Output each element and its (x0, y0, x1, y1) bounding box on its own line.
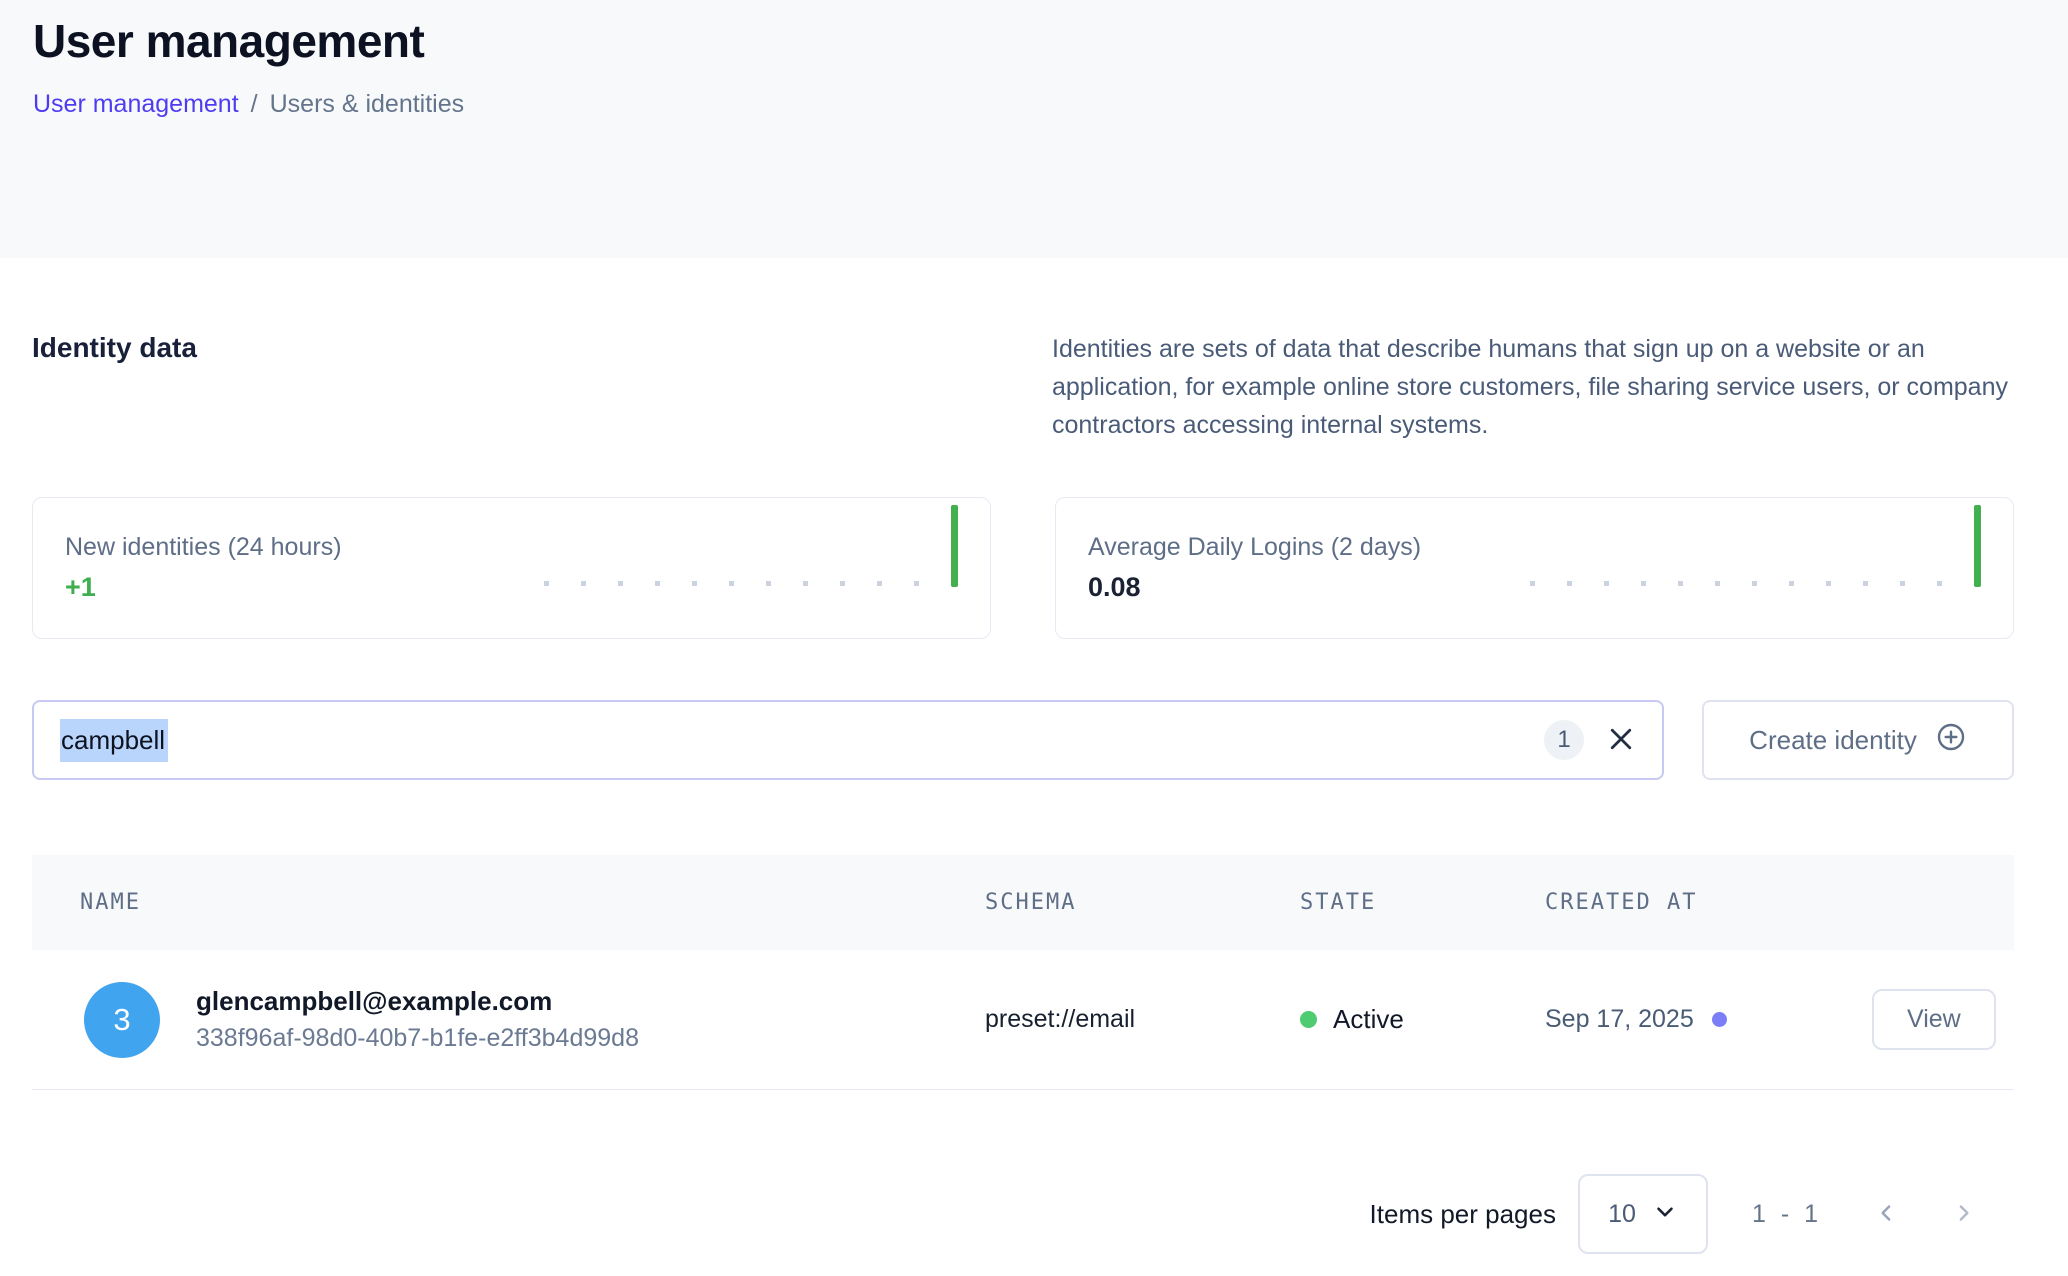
spark-dot (544, 581, 549, 586)
spark-dot (581, 581, 586, 586)
identity-name-lines: glencampbell@example.com 338f96af-98d0-4… (196, 986, 639, 1053)
identity-data-section-header: Identity data Identities are sets of dat… (32, 330, 2014, 444)
stat-label: Average Daily Logins (2 days) (1088, 533, 1421, 562)
identity-state-cell: Active (1300, 1004, 1545, 1035)
chevron-right-icon (1950, 1200, 1976, 1229)
spark-dot (1789, 581, 1794, 586)
sparkline-chart (1530, 522, 1981, 614)
stat-card-new-identities: New identities (24 hours) +1 (32, 497, 991, 639)
items-per-page-label: Items per pages (1370, 1199, 1556, 1230)
search-row: campbell 1 Create identity (32, 700, 2014, 780)
column-header-name: NAME (32, 890, 985, 915)
spark-dot (618, 581, 623, 586)
spark-dot (1715, 581, 1720, 586)
spark-dot (1752, 581, 1757, 586)
identities-table: NAME SCHEMA STATE CREATED AT 3 glencampb… (32, 855, 2014, 1090)
stats-row: New identities (24 hours) +1 Average Dai… (32, 497, 2014, 639)
plus-circle-icon (1935, 721, 1967, 760)
stat-label: New identities (24 hours) (65, 533, 342, 562)
spark-dot (692, 581, 697, 586)
identity-email: glencampbell@example.com (196, 986, 639, 1017)
breadcrumb-separator: / (251, 90, 258, 119)
spark-dot (1604, 581, 1609, 586)
spark-dot (803, 581, 808, 586)
identity-created-at-cell: Sep 17, 2025 (1545, 1005, 1872, 1034)
identity-name-cell: 3 glencampbell@example.com 338f96af-98d0… (32, 982, 985, 1058)
search-input-addons: 1 (1544, 720, 1636, 760)
identity-schema: preset://email (985, 1005, 1300, 1034)
avatar: 3 (84, 982, 160, 1058)
spark-dot (1863, 581, 1868, 586)
spark-dot (766, 581, 771, 586)
section-heading: Identity data (32, 330, 197, 364)
stat-meta: Average Daily Logins (2 days) 0.08 (1088, 533, 1421, 603)
breadcrumb: User management / Users & identities (33, 90, 2014, 119)
spark-dot (1826, 581, 1831, 586)
identity-uuid: 338f96af-98d0-40b7-b1fe-e2ff3b4d99d8 (196, 1024, 639, 1053)
breadcrumb-current: Users & identities (270, 90, 465, 119)
stat-card-average-daily-logins: Average Daily Logins (2 days) 0.08 (1055, 497, 2014, 639)
create-identity-label: Create identity (1749, 725, 1917, 756)
chevron-down-icon (1652, 1199, 1678, 1230)
created-at-date: Sep 17, 2025 (1545, 1005, 1694, 1034)
page-title: User management (33, 14, 2014, 68)
next-page-button[interactable] (1950, 1200, 1976, 1229)
spark-dot (729, 581, 734, 586)
spark-dot (1678, 581, 1683, 586)
page-header: User management User management / Users … (0, 0, 2068, 258)
spark-bar (951, 505, 958, 587)
sparkline-chart (544, 522, 958, 614)
table-header-row: NAME SCHEMA STATE CREATED AT (32, 855, 2014, 950)
spark-dot (1900, 581, 1905, 586)
spark-dot (1937, 581, 1942, 586)
search-input[interactable]: campbell 1 (32, 700, 1664, 780)
stat-meta: New identities (24 hours) +1 (65, 533, 342, 603)
spark-dot (914, 581, 919, 586)
spark-dot (1530, 581, 1535, 586)
pagination: Items per pages 10 1 - 1 (32, 1174, 2014, 1254)
spark-dot (1641, 581, 1646, 586)
stat-value: +1 (65, 572, 342, 603)
close-icon (1606, 724, 1636, 757)
row-actions-cell: View (1872, 989, 2024, 1050)
previous-page-button[interactable] (1874, 1200, 1900, 1229)
created-at-indicator-dot (1712, 1012, 1727, 1027)
main-content: Identity data Identities are sets of dat… (0, 330, 2068, 1254)
stat-value: 0.08 (1088, 572, 1421, 603)
page-range: 1 - 1 (1752, 1200, 1822, 1229)
view-button[interactable]: View (1872, 989, 1996, 1050)
spark-dot (1567, 581, 1572, 586)
clear-search-button[interactable] (1606, 724, 1636, 757)
column-header-created-at: CREATED AT (1545, 890, 1872, 915)
create-identity-button[interactable]: Create identity (1702, 700, 2014, 780)
items-per-page-value: 10 (1608, 1200, 1636, 1229)
spark-bar (1974, 505, 1981, 587)
chevron-left-icon (1874, 1200, 1900, 1229)
spark-dot (655, 581, 660, 586)
search-input-value: campbell (60, 719, 168, 762)
breadcrumb-link-user-management[interactable]: User management (33, 90, 239, 119)
status-badge: Active (1333, 1004, 1404, 1035)
spark-dot (840, 581, 845, 586)
table-row[interactable]: 3 glencampbell@example.com 338f96af-98d0… (32, 950, 2014, 1090)
search-result-count-badge: 1 (1544, 720, 1584, 760)
spark-dot (877, 581, 882, 586)
active-status-dot (1300, 1011, 1317, 1028)
column-header-state: STATE (1300, 890, 1545, 915)
section-description: Identities are sets of data that describ… (1052, 330, 2014, 444)
items-per-page-select[interactable]: 10 (1578, 1174, 1708, 1254)
column-header-schema: SCHEMA (985, 890, 1300, 915)
